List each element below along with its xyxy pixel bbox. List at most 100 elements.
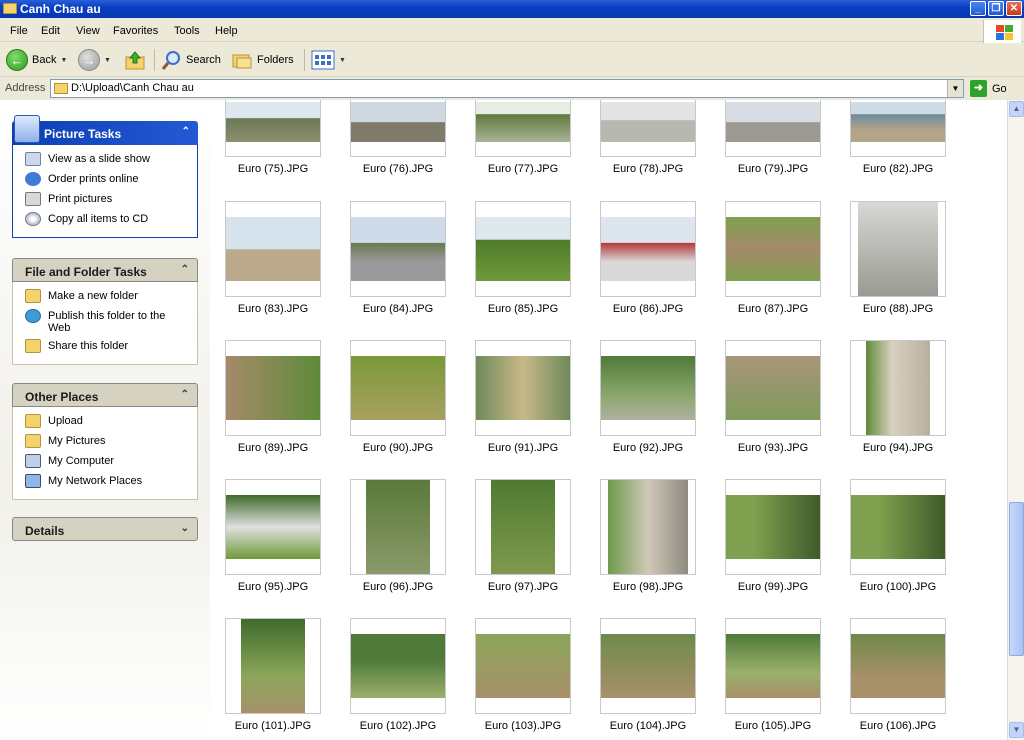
thumbnail[interactable]	[850, 618, 946, 714]
place-upload[interactable]: Upload	[13, 413, 197, 433]
task-copy-to-cd[interactable]: Copy all items to CD	[13, 211, 197, 231]
thumbnail[interactable]	[725, 340, 821, 436]
file-name[interactable]: Euro (104).JPG	[583, 720, 713, 732]
file-name[interactable]: Euro (95).JPG	[210, 581, 338, 593]
task-slide-show[interactable]: View as a slide show	[13, 151, 197, 171]
file-name[interactable]: Euro (102).JPG	[333, 720, 463, 732]
address-input[interactable]: D:\Upload\Canh Chau au ▼	[50, 79, 964, 98]
file-name[interactable]: Euro (85).JPG	[458, 303, 588, 315]
thumbnail[interactable]	[600, 100, 696, 157]
up-folder-button[interactable]	[124, 48, 146, 72]
file-name[interactable]: Euro (98).JPG	[583, 581, 713, 593]
go-button[interactable]: ➜ Go	[970, 80, 1007, 97]
chevron-up-icon[interactable]: ⌃	[182, 126, 190, 137]
thumbnail[interactable]	[350, 201, 446, 297]
file-name[interactable]: Euro (86).JPG	[583, 303, 713, 315]
thumbnail[interactable]	[475, 340, 571, 436]
file-name[interactable]: Euro (92).JPG	[583, 442, 713, 454]
other-places-header[interactable]: Other Places ⌃	[12, 383, 198, 407]
file-name[interactable]: Euro (83).JPG	[210, 303, 338, 315]
file-name[interactable]: Euro (103).JPG	[458, 720, 588, 732]
back-button[interactable]: ← Back ▼	[6, 48, 67, 72]
minimize-button[interactable]: _	[970, 1, 986, 16]
place-my-pictures[interactable]: My Pictures	[13, 433, 197, 453]
task-share-folder[interactable]: Share this folder	[13, 338, 197, 358]
search-button[interactable]: Search	[160, 48, 221, 72]
file-folder-tasks-header[interactable]: File and Folder Tasks ⌃	[12, 258, 198, 282]
thumbnail[interactable]	[475, 100, 571, 157]
thumbnail[interactable]	[850, 340, 946, 436]
vertical-scrollbar[interactable]: ▲ ▼	[1007, 100, 1024, 740]
thumbnail[interactable]	[725, 479, 821, 575]
file-name[interactable]: Euro (88).JPG	[833, 303, 963, 315]
file-name[interactable]: Euro (76).JPG	[333, 163, 463, 175]
address-dropdown-button[interactable]: ▼	[947, 80, 963, 97]
thumbnail[interactable]	[350, 479, 446, 575]
scroll-thumb[interactable]	[1009, 502, 1024, 656]
thumbnail[interactable]	[225, 100, 321, 157]
file-name[interactable]: Euro (106).JPG	[833, 720, 963, 732]
chevron-up-icon[interactable]: ⌃	[181, 389, 189, 400]
task-new-folder[interactable]: Make a new folder	[13, 288, 197, 308]
file-name[interactable]: Euro (75).JPG	[210, 163, 338, 175]
thumbnail[interactable]	[600, 618, 696, 714]
thumbnail[interactable]	[850, 201, 946, 297]
thumbnail[interactable]	[475, 618, 571, 714]
file-name[interactable]: Euro (90).JPG	[333, 442, 463, 454]
menu-edit[interactable]: Edit	[41, 25, 60, 37]
file-name[interactable]: Euro (89).JPG	[210, 442, 338, 454]
file-name[interactable]: Euro (93).JPG	[708, 442, 838, 454]
file-name[interactable]: Euro (79).JPG	[708, 163, 838, 175]
file-name[interactable]: Euro (84).JPG	[333, 303, 463, 315]
thumbnail[interactable]	[225, 479, 321, 575]
maximize-button[interactable]: ❐	[988, 1, 1004, 16]
forward-button[interactable]: → ▼	[78, 48, 111, 72]
file-name[interactable]: Euro (91).JPG	[458, 442, 588, 454]
close-button[interactable]: ✕	[1006, 1, 1022, 16]
file-name[interactable]: Euro (87).JPG	[708, 303, 838, 315]
file-name[interactable]: Euro (97).JPG	[458, 581, 588, 593]
file-name[interactable]: Euro (77).JPG	[458, 163, 588, 175]
thumbnail[interactable]	[725, 618, 821, 714]
place-my-computer[interactable]: My Computer	[13, 453, 197, 473]
task-print-pictures[interactable]: Print pictures	[13, 191, 197, 211]
place-my-network[interactable]: My Network Places	[13, 473, 197, 493]
thumbnail[interactable]	[225, 340, 321, 436]
details-header[interactable]: Details ⌄	[12, 517, 198, 541]
file-name[interactable]: Euro (78).JPG	[583, 163, 713, 175]
thumbnail[interactable]	[350, 340, 446, 436]
thumbnail[interactable]	[600, 340, 696, 436]
thumbnail[interactable]	[725, 100, 821, 157]
file-name[interactable]: Euro (99).JPG	[708, 581, 838, 593]
views-button[interactable]: ▼	[311, 48, 346, 72]
menu-tools[interactable]: Tools	[174, 25, 200, 37]
chevron-down-icon[interactable]: ⌄	[181, 523, 189, 534]
menu-file[interactable]: File	[10, 25, 28, 37]
file-name[interactable]: Euro (101).JPG	[210, 720, 338, 732]
scroll-up-button[interactable]: ▲	[1009, 101, 1024, 117]
file-name[interactable]: Euro (94).JPG	[833, 442, 963, 454]
task-order-prints[interactable]: Order prints online	[13, 171, 197, 191]
chevron-up-icon[interactable]: ⌃	[181, 264, 189, 275]
thumbnail[interactable]	[350, 100, 446, 157]
menu-view[interactable]: View	[76, 25, 100, 37]
scroll-down-button[interactable]: ▼	[1009, 722, 1024, 738]
file-name[interactable]: Euro (105).JPG	[708, 720, 838, 732]
thumbnail[interactable]	[600, 479, 696, 575]
thumbnail[interactable]	[475, 201, 571, 297]
thumbnail[interactable]	[225, 618, 321, 714]
thumbnail[interactable]	[725, 201, 821, 297]
file-name[interactable]: Euro (96).JPG	[333, 581, 463, 593]
menu-favorites[interactable]: Favorites	[113, 25, 158, 37]
thumbnail[interactable]	[600, 201, 696, 297]
file-name[interactable]: Euro (100).JPG	[833, 581, 963, 593]
thumbnail[interactable]	[350, 618, 446, 714]
file-name[interactable]: Euro (82).JPG	[833, 163, 963, 175]
menu-help[interactable]: Help	[215, 25, 238, 37]
task-publish-web[interactable]: Publish this folder to the Web	[13, 308, 197, 338]
thumbnail[interactable]	[850, 479, 946, 575]
picture-tasks-header[interactable]: Picture Tasks ⌃	[12, 115, 198, 145]
folders-button[interactable]: Folders	[231, 48, 294, 72]
thumbnail[interactable]	[225, 201, 321, 297]
thumbnail[interactable]	[475, 479, 571, 575]
